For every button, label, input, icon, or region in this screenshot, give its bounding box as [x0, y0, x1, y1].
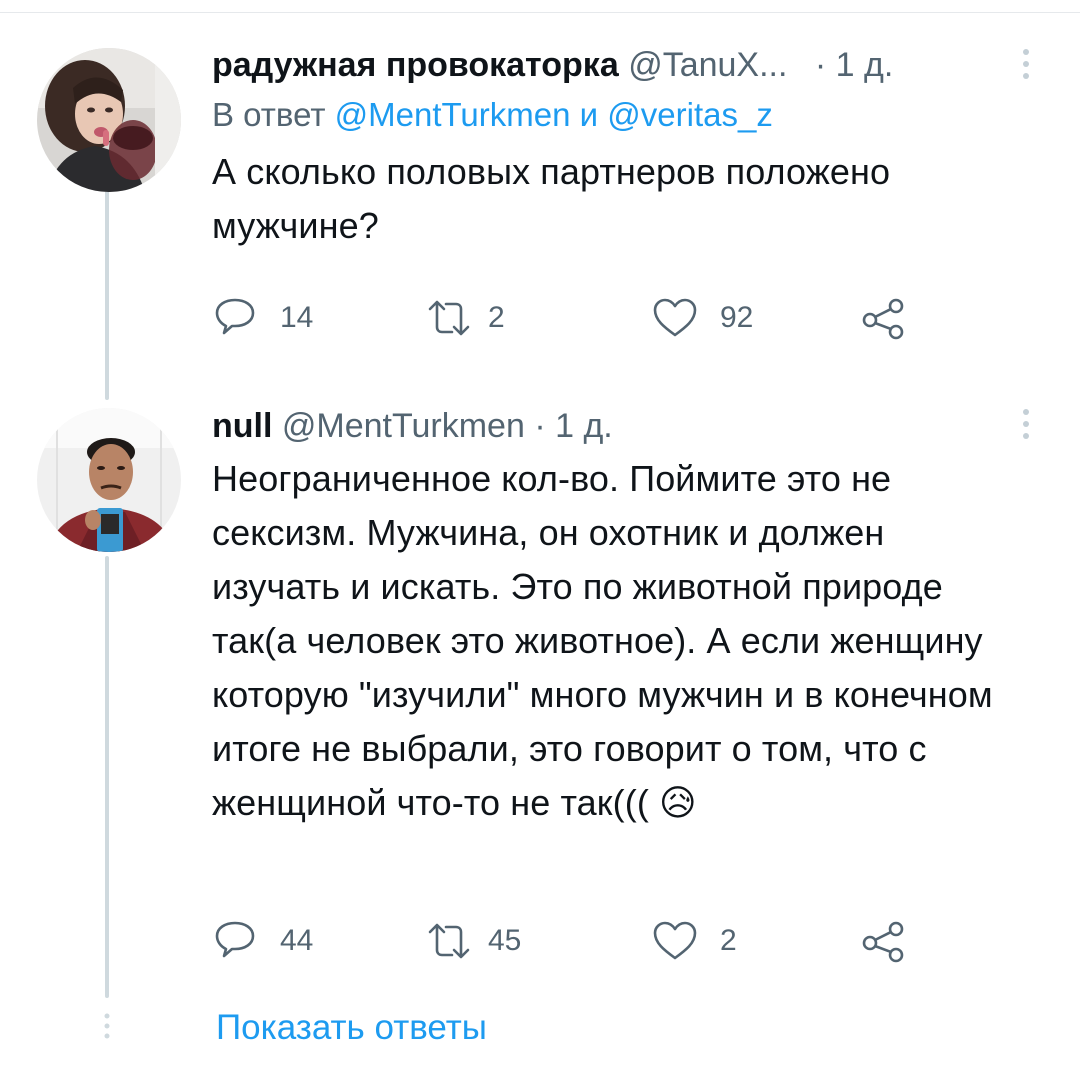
retweet-icon — [428, 300, 470, 336]
retweet-count: 2 — [488, 301, 505, 334]
show-replies-link[interactable]: Показать ответы — [216, 1006, 487, 1050]
timestamp[interactable]: · 1 д. — [815, 46, 893, 84]
tweet-header: радужная провокаторка @TanuX... · 1 д. — [212, 45, 1012, 85]
like-button[interactable]: 92 — [650, 293, 753, 343]
like-count: 2 — [720, 924, 737, 957]
reply-count: 14 — [280, 301, 314, 334]
avatar-image — [37, 408, 181, 552]
like-count: 92 — [720, 301, 754, 334]
tweet-text: А сколько половых партнеров положено муж… — [212, 151, 891, 246]
mention-link[interactable]: @veritas_z — [607, 96, 773, 133]
share-button[interactable] — [860, 293, 908, 343]
user-handle[interactable]: @TanuX... — [628, 46, 787, 84]
thread-dots-icon — [101, 1012, 113, 1046]
reply-icon — [215, 298, 255, 335]
like-icon — [653, 921, 697, 960]
retweet-button[interactable]: 45 — [424, 916, 521, 966]
share-icon — [862, 298, 904, 340]
reply-prefix: В ответ — [212, 96, 326, 133]
avatar[interactable] — [37, 48, 181, 192]
share-icon — [862, 921, 904, 963]
reply-button[interactable]: 14 — [212, 293, 313, 343]
thread-connector-line — [105, 556, 109, 998]
reply-context: В ответ @MentTurkmen и @veritas_z — [212, 95, 1012, 135]
user-handle[interactable]: @MentTurkmen — [282, 407, 525, 445]
reply-button[interactable]: 44 — [212, 916, 313, 966]
like-button[interactable]: 2 — [650, 916, 737, 966]
timestamp[interactable]: · 1 д. — [534, 407, 612, 445]
avatar-image — [37, 48, 181, 192]
reply-count: 44 — [280, 924, 314, 957]
retweet-count: 45 — [488, 924, 522, 957]
display-name[interactable]: null — [212, 407, 272, 445]
reply-icon — [215, 921, 255, 958]
more-icon[interactable] — [1014, 46, 1038, 86]
tweet[interactable]: null @MentTurkmen · 1 д. Неограниченное … — [212, 406, 1012, 831]
display-name[interactable]: радужная провокаторка — [212, 46, 619, 84]
mention-link[interactable]: @MentTurkmen — [335, 96, 571, 133]
tweet-actions: 14 2 92 — [212, 293, 932, 343]
tweet[interactable]: радужная провокаторка @TanuX... · 1 д. В… — [212, 45, 1012, 253]
tweet-actions: 44 45 2 — [212, 916, 932, 966]
share-button[interactable] — [860, 916, 908, 966]
more-icon[interactable] — [1014, 406, 1038, 446]
thread-connector-line — [105, 188, 109, 400]
top-divider — [0, 12, 1080, 13]
tweet-header: null @MentTurkmen · 1 д. — [212, 406, 1012, 446]
reply-conjunction: и — [579, 96, 599, 133]
avatar[interactable] — [37, 408, 181, 552]
tweet-text-container: Неограниченное кол-во. Поймите это не се… — [212, 452, 1012, 831]
emoji-sad-tear: 😥 — [659, 783, 697, 824]
like-icon — [653, 298, 697, 337]
retweet-button[interactable]: 2 — [424, 293, 505, 343]
retweet-icon — [428, 923, 470, 959]
tweet-text: Неограниченное кол-во. Поймите это не се… — [212, 458, 993, 823]
